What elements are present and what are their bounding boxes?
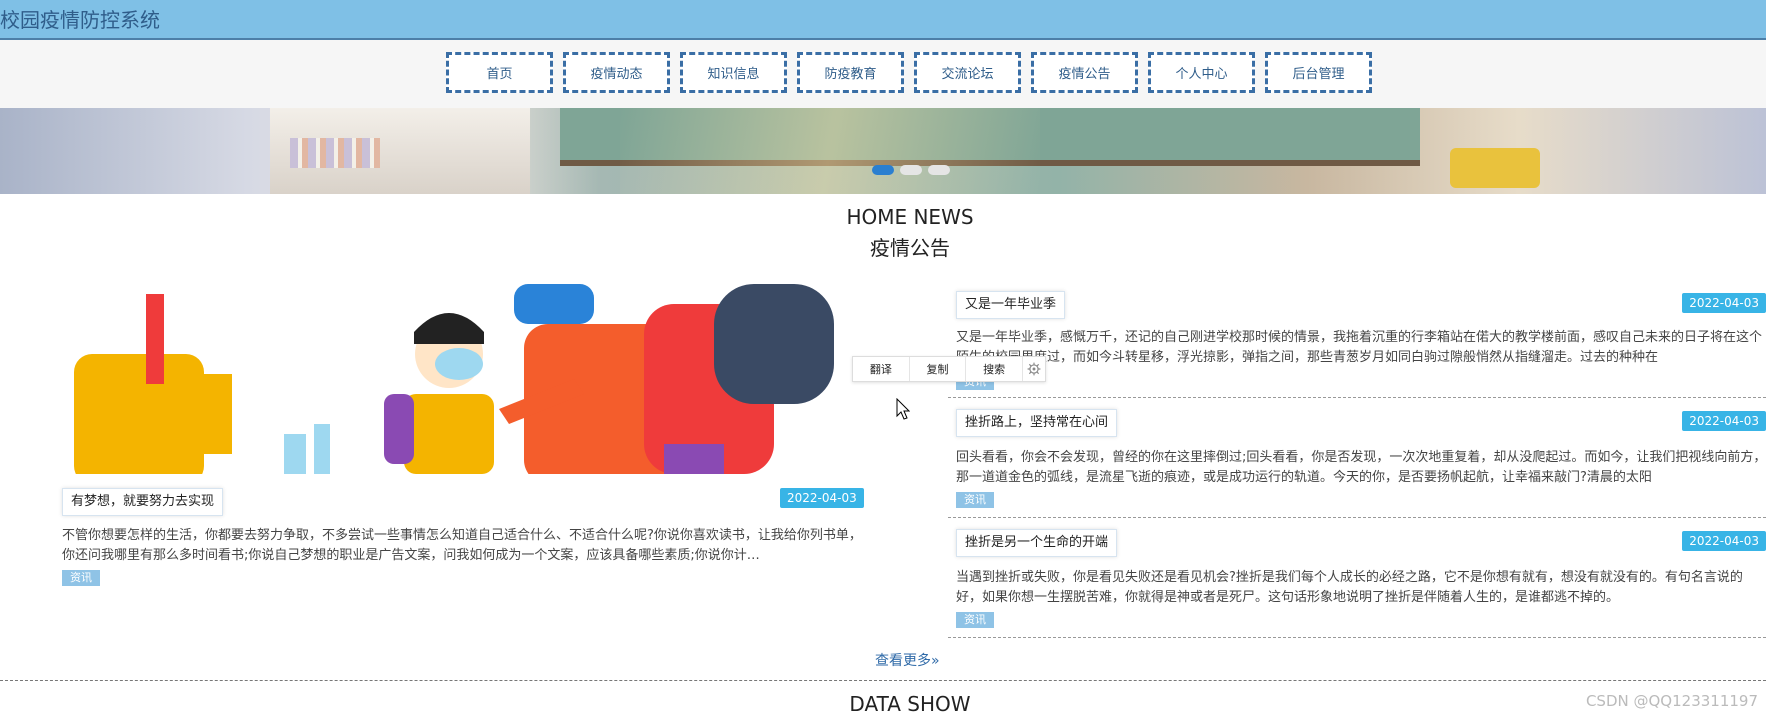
- carousel-dot-1[interactable]: [872, 165, 894, 175]
- translate-button[interactable]: 翻译: [853, 357, 910, 381]
- news-item[interactable]: 又是一年毕业季 2022-04-03 又是一年毕业季，感慨万千，还记的自己刚进学…: [948, 280, 1766, 398]
- illustration-students-masks: [54, 284, 864, 474]
- news-date: 2022-04-03: [1682, 411, 1766, 431]
- nav-item-epidemic-news[interactable]: 疫情动态: [563, 52, 670, 93]
- news-title[interactable]: 挫折是另一个生命的开端: [956, 529, 1118, 557]
- section-title-cn: 疫情公告: [870, 236, 950, 260]
- nav-item-knowledge[interactable]: 知识信息: [680, 52, 787, 93]
- news-desc: 回头看看，你会不会发现，曾经的你在这里摔倒过;回头看看，你是否发现，一次次地重复…: [956, 450, 1766, 485]
- featured-news-title[interactable]: 有梦想，就要努力去实现: [62, 488, 224, 516]
- data-show-title: DATA SHOW: [849, 692, 971, 716]
- banner-bookshelf: [270, 108, 530, 194]
- mouse-cursor-icon: [896, 398, 910, 420]
- news-date: 2022-04-03: [1682, 531, 1766, 551]
- news-desc: 又是一年毕业季，感慨万千，还记的自己刚进学校那时候的情景，我拖着沉重的行李箱站在…: [956, 330, 1763, 365]
- banner-object: [1450, 148, 1540, 188]
- copy-button[interactable]: 复制: [910, 357, 967, 381]
- top-bar: 校园疫情防控系统: [0, 0, 1766, 40]
- featured-news-image[interactable]: [54, 284, 864, 474]
- featured-news-date: 2022-04-03: [780, 488, 864, 508]
- nav-item-personal-center[interactable]: 个人中心: [1148, 52, 1255, 93]
- carousel-dots: [872, 165, 950, 175]
- featured-news-desc: 不管你想要怎样的生活，你都要去努力争取，不多尝试一些事情怎么知道自己适合什么、不…: [62, 528, 862, 563]
- news-title[interactable]: 挫折路上，坚持常在心间: [956, 409, 1118, 437]
- news-tag: 资讯: [956, 612, 994, 628]
- main-nav: 首页 疫情动态 知识信息 防疫教育 交流论坛 疫情公告 个人中心 后台管理: [446, 52, 1372, 93]
- navigation-bar: 首页 疫情动态 知识信息 防疫教育 交流论坛 疫情公告 个人中心 后台管理: [0, 40, 1766, 108]
- news-title[interactable]: 又是一年毕业季: [956, 291, 1066, 319]
- news-tag: 资讯: [956, 492, 994, 508]
- section-divider: [0, 680, 1766, 681]
- view-more-link[interactable]: 查看更多»: [875, 650, 940, 670]
- search-button[interactable]: 搜索: [966, 357, 1024, 381]
- carousel-dot-3[interactable]: [928, 165, 950, 175]
- featured-news-tag: 资讯: [62, 570, 100, 586]
- nav-item-announcements[interactable]: 疫情公告: [1031, 52, 1138, 93]
- news-item[interactable]: 挫折路上，坚持常在心间 2022-04-03 回头看看，你会不会发现，曾经的你在…: [948, 400, 1766, 518]
- news-desc: 当遇到挫折或失败，你是看见失败还是看见机会?挫折是我们每个人成长的必经之路，它不…: [956, 570, 1743, 605]
- watermark-text: CSDN @QQ123311197: [1585, 692, 1758, 710]
- nav-item-home[interactable]: 首页: [446, 52, 553, 93]
- nav-item-admin[interactable]: 后台管理: [1265, 52, 1372, 93]
- text-selection-popup: 翻译 复制 搜索: [852, 356, 1046, 382]
- nav-item-forum[interactable]: 交流论坛: [914, 52, 1021, 93]
- gear-icon[interactable]: [1023, 357, 1045, 381]
- gear-icon-svg: [1027, 362, 1041, 376]
- banner-carousel[interactable]: [0, 108, 1766, 194]
- banner-sunlight: [620, 108, 1040, 194]
- news-item[interactable]: 挫折是另一个生命的开端 2022-04-03 当遇到挫折或失败，你是看见失败还是…: [948, 520, 1766, 638]
- site-title: 校园疫情防控系统: [0, 8, 160, 32]
- carousel-dot-2[interactable]: [900, 165, 922, 175]
- news-date: 2022-04-03: [1682, 293, 1766, 313]
- section-title-en: HOME NEWS: [846, 205, 974, 229]
- nav-item-education[interactable]: 防疫教育: [797, 52, 904, 93]
